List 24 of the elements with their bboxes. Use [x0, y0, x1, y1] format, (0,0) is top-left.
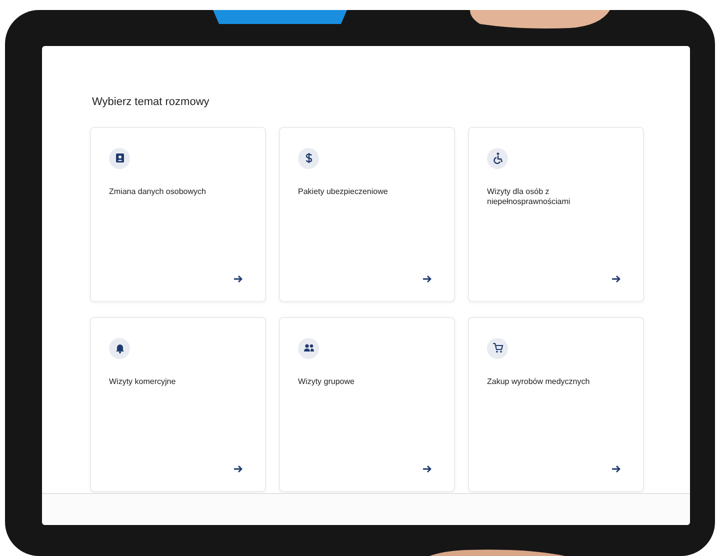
arrow-icon [234, 274, 243, 282]
arrow-icon [612, 464, 621, 472]
topic-label: Zmiana danych osobowych [109, 186, 207, 198]
topic-card[interactable]: Pakiety ubezpieczeniowe [279, 126, 455, 302]
topic-card[interactable]: Zmiana danych osobowych [90, 126, 266, 302]
wheelchair-icon [492, 152, 504, 164]
topic-label: Wizyty komercyjne [109, 376, 177, 388]
arrow-icon [234, 464, 243, 472]
topic-label: Wizyty dla osób z niepełnosprawnościami [487, 186, 572, 208]
topic-card[interactable]: Zakup wyrobów medycznych [468, 316, 644, 492]
id-card-icon [114, 152, 126, 164]
arrow-icon [612, 274, 621, 282]
topic-label: Wizyty grupowe [298, 376, 356, 388]
cart-icon [492, 342, 504, 354]
arrow-icon [423, 274, 432, 282]
topic-label: Zakup wyrobów medycznych [487, 376, 591, 388]
topic-card[interactable]: Wizyty grupowe [279, 316, 455, 492]
topic-card[interactable]: Wizyty komercyjne [90, 316, 266, 492]
arrow-icon [423, 464, 432, 472]
bell-icon [114, 342, 126, 354]
topic-card[interactable]: Wizyty dla osób z niepełnosprawnościami [468, 126, 644, 302]
topic-label: Pakiety ubezpieczeniowe [298, 186, 389, 198]
people-icon [302, 342, 314, 354]
page-title: Wybierz temat rozmowy [92, 95, 210, 110]
